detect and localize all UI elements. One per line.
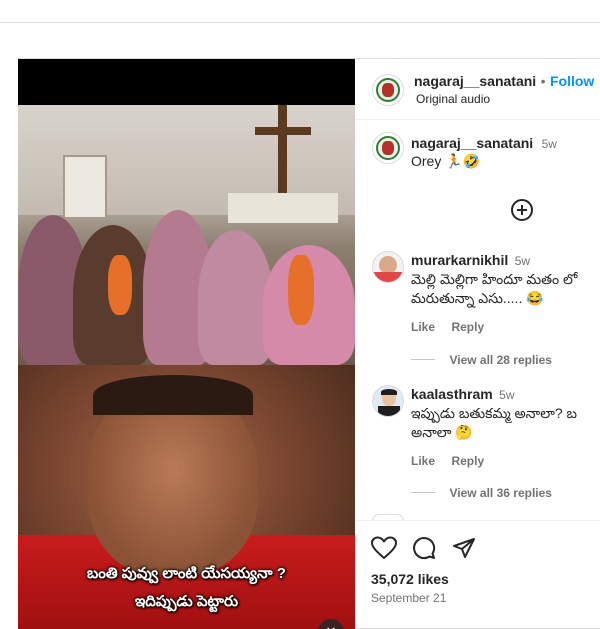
church-scene-image (18, 105, 355, 365)
caption-text: Orey 🏃🤣 (411, 153, 481, 169)
header-author-row: nagaraj__sanatani • Follow (414, 73, 594, 91)
action-bar-divider (356, 520, 600, 521)
comment-1-actions: Like Reply (411, 318, 484, 336)
load-more-comments-icon[interactable] (511, 199, 533, 221)
commenter-avatar-2[interactable] (372, 385, 404, 417)
comment-1-line2: మరుతున్నా ఎసు..... 😂 (411, 290, 544, 306)
caption-row: nagaraj__sanatani 5w (411, 135, 557, 153)
like-heart-icon[interactable] (371, 536, 397, 560)
comment-1-time: 5w (514, 254, 531, 268)
separator-dot: • (540, 73, 546, 89)
top-divider (0, 22, 600, 23)
comment-1-view-replies[interactable]: View all 28 replies (411, 351, 552, 369)
likes-count[interactable]: 35,072 likes (371, 571, 449, 587)
meme-subtitle-line2: ఇదిప్పుడు పెట్టారు (134, 593, 239, 610)
share-paper-plane-icon[interactable] (452, 536, 476, 560)
original-audio-link[interactable]: Original audio (416, 92, 490, 106)
author-avatar[interactable] (372, 74, 404, 106)
comment-2-like-button[interactable]: Like (411, 454, 435, 468)
comment-1-header: murarkarnikhil 5w (411, 252, 530, 270)
commenter-avatar-1[interactable] (372, 251, 404, 283)
comment-2-view-replies[interactable]: View all 36 replies (411, 484, 552, 502)
caption-author-avatar[interactable] (372, 132, 404, 164)
comment-2-header: kaalasthram 5w (411, 386, 515, 404)
comment-2-time: 5w (499, 388, 515, 402)
author-username[interactable]: nagaraj__sanatani (414, 73, 536, 89)
comment-2-line1: ఇప్పుడు బతుకమ్మ అనాలా? బ (411, 405, 578, 421)
comment-2-line2: అనాలా 🤔 (411, 424, 473, 440)
comment-1-username[interactable]: murarkarnikhil (411, 252, 508, 268)
brahmanandam-meme-image (18, 365, 355, 629)
replies-divider (411, 492, 435, 494)
comment-1-line1: మెల్లి మెల్లిగా హిందూ మతం లో (411, 271, 578, 287)
replies-divider (411, 359, 435, 361)
comment-2-reply-button[interactable]: Reply (451, 454, 484, 468)
view-replies-label: View all 28 replies (449, 353, 552, 367)
view-replies-label: View all 36 replies (449, 486, 552, 500)
comment-2-actions: Like Reply (411, 452, 484, 470)
comment-1-like-button[interactable]: Like (411, 320, 435, 334)
meme-subtitle-line1: బంతి పువ్వు లాంటి యేసయ్యనా ? (87, 565, 286, 582)
comment-1-reply-button[interactable]: Reply (451, 320, 484, 334)
post-media[interactable]: బంతి పువ్వు లాంటి యేసయ్యనా ? ఇదిప్పుడు ప… (18, 59, 355, 629)
comment-2-username[interactable]: kaalasthram (411, 386, 493, 402)
follow-button[interactable]: Follow (550, 73, 594, 89)
post-date[interactable]: September 21 (371, 591, 446, 605)
speaker-muted-icon: ✕ (326, 624, 337, 629)
caption-username[interactable]: nagaraj__sanatani (411, 135, 533, 151)
comment-bubble-icon[interactable] (412, 536, 436, 560)
caption-time: 5w (541, 137, 557, 151)
